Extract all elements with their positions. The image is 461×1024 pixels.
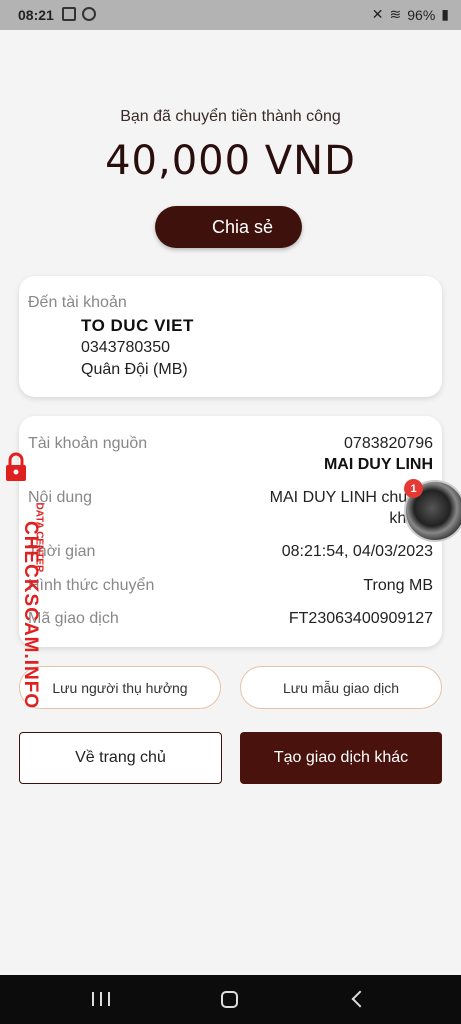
new-transaction-label: Tạo giao dịch khác (273, 749, 409, 766)
transfer-amount: 40,000 VND (105, 138, 356, 184)
save-recipient-label: Lưu người thụ hưởng (52, 679, 188, 696)
wifi-icon: ≋ (389, 6, 402, 22)
home-label: Về trang chủ (75, 749, 166, 766)
chat-head-badge: 1 (404, 479, 423, 498)
status-time: 08:21 (18, 7, 54, 23)
watermark: DATA CENTER CHECKSCAM.INFO (0, 450, 48, 709)
home-nav-icon[interactable] (221, 991, 238, 1008)
recents-icon[interactable] (92, 992, 110, 1006)
gallery-icon (62, 7, 76, 21)
new-transaction-button[interactable]: Tạo giao dịch khác (240, 732, 442, 784)
system-nav-bar (0, 975, 461, 1024)
source-account-value: 0783820796 (344, 435, 433, 452)
save-template-label: Lưu mẫu giao dịch (283, 679, 399, 696)
status-bar: 08:21 ✕ ≋ 96% ▮ (0, 0, 461, 30)
save-template-button[interactable]: Lưu mẫu giao dịch (240, 666, 442, 709)
recipient-account: 0343780350 (81, 339, 170, 356)
lock-icon (6, 452, 26, 481)
success-message: Bạn đã chuyển tiền thành công (120, 108, 341, 125)
save-recipient-button[interactable]: Lưu người thụ hưởng (19, 666, 221, 709)
recipient-name: TO DUC VIET (81, 316, 194, 335)
method-value: Trong MB (363, 577, 433, 594)
battery-icon: ▮ (441, 6, 449, 22)
share-button[interactable]: Chia sẻ (155, 206, 302, 248)
back-icon[interactable] (351, 990, 369, 1008)
transaction-details-card: Tài khoản nguồn 0783820796 MAI DUY LINH … (19, 416, 442, 647)
share-label: Chia sẻ (211, 216, 274, 237)
recipient-bank: Quân Đội (MB) (81, 361, 188, 378)
mute-icon: ✕ (371, 6, 384, 22)
transaction-id-value: FT23063400909127 (288, 610, 433, 627)
battery-level: 96% (407, 6, 436, 23)
recipient-card: Đến tài khoản TO DUC VIET 0343780350 Quâ… (19, 276, 442, 397)
watermark-big-text: CHECKSCAM.INFO (20, 521, 41, 710)
messenger-icon (82, 7, 96, 21)
time-value: 08:21:54, 04/03/2023 (281, 543, 433, 560)
source-name-value: MAI DUY LINH (323, 456, 433, 473)
recipient-label: Đến tài khoản (28, 294, 127, 311)
home-button[interactable]: Về trang chủ (19, 732, 222, 784)
